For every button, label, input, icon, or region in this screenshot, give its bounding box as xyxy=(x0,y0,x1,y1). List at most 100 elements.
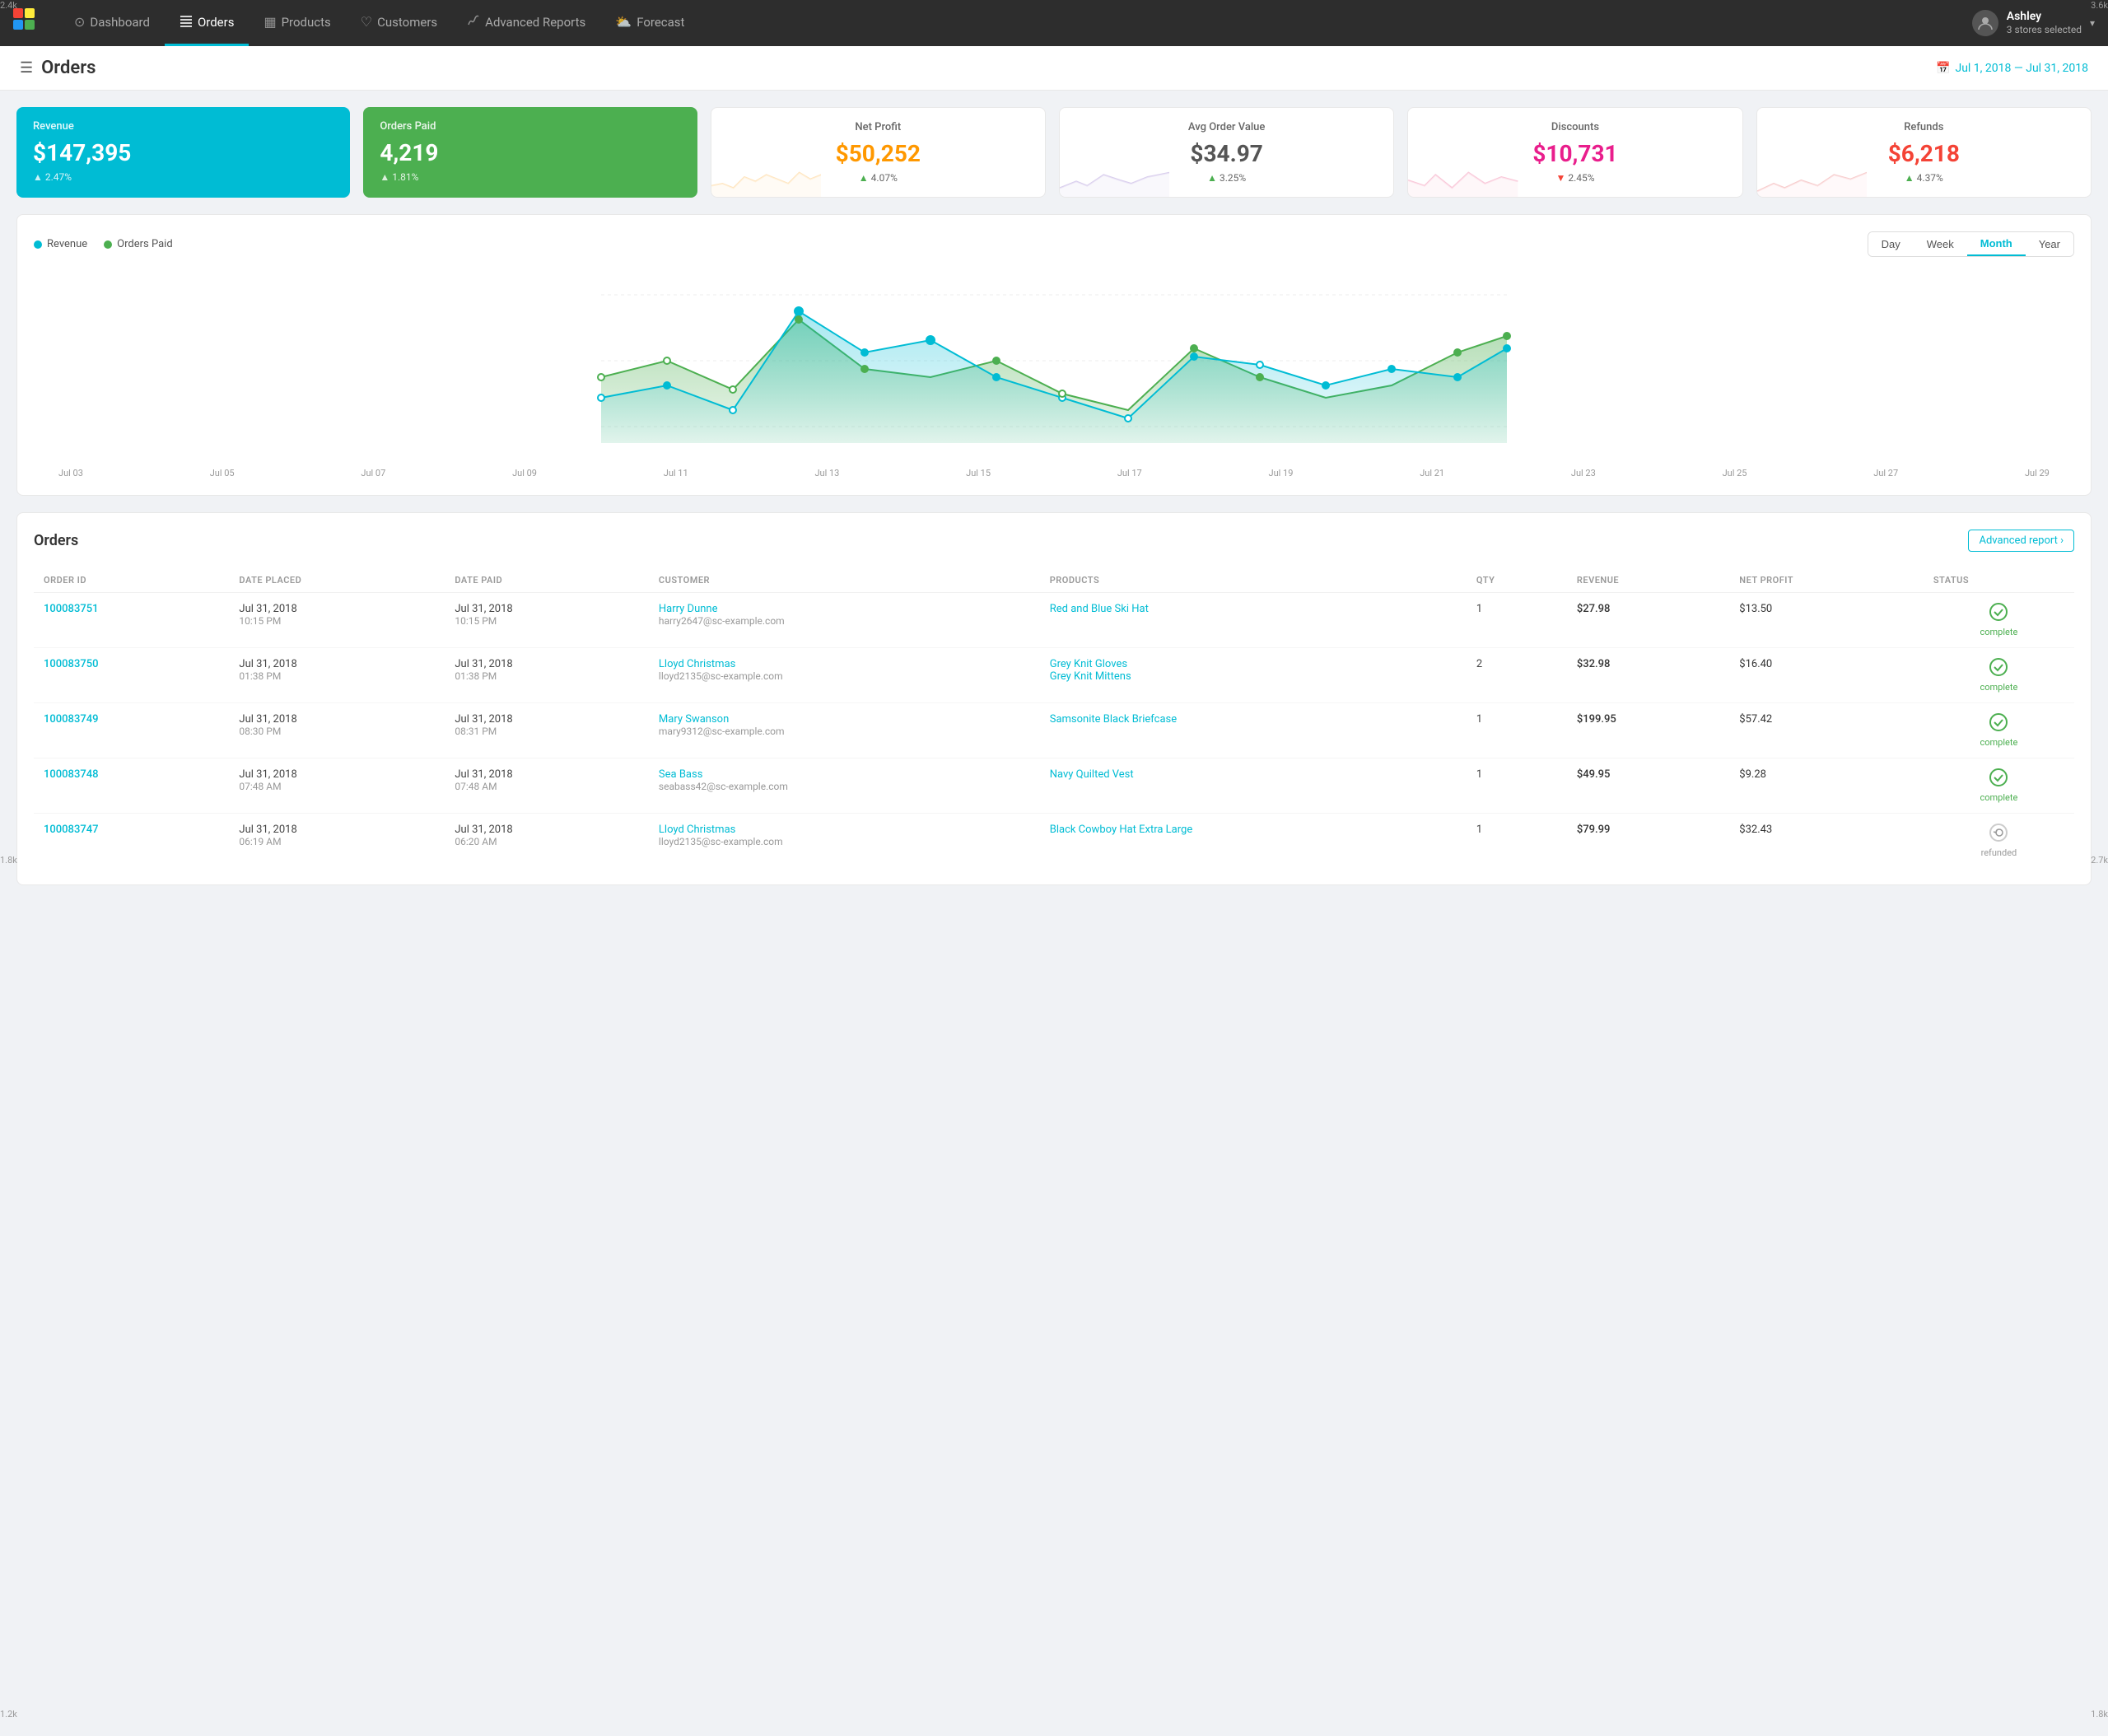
order-id-link[interactable]: 100083751 xyxy=(44,603,99,615)
page-title-wrap: ☰ Orders xyxy=(20,58,96,78)
col-status: STATUS xyxy=(1924,568,2074,593)
chart-x-labels: Jul 03 Jul 05 Jul 07 Jul 09 Jul 11 Jul 1… xyxy=(34,468,2074,478)
cell-customer: Harry Dunneharry2647@sc-example.com xyxy=(649,593,1040,648)
col-qty: QTY xyxy=(1467,568,1567,593)
product-link[interactable]: Black Cowboy Hat Extra Large xyxy=(1050,824,1457,836)
cell-customer: Sea Bassseabass42@sc-example.com xyxy=(649,758,1040,814)
page-header: ☰ Orders 📅 Jul 1, 2018 — Jul 31, 2018 xyxy=(0,46,2108,91)
user-name: Ashley xyxy=(2007,9,2082,24)
chart-section: Revenue Orders Paid Day Week Month Year … xyxy=(16,214,2092,496)
product-link[interactable]: Grey Knit Mittens xyxy=(1050,670,1457,683)
main-content: Revenue $147,395 2.47% Orders Paid 4,219… xyxy=(0,91,2108,902)
complete-icon xyxy=(1989,768,2008,791)
cell-net-profit: $57.42 xyxy=(1729,703,1924,758)
product-link[interactable]: Samsonite Black Briefcase xyxy=(1050,713,1457,726)
x-label-3: Jul 09 xyxy=(512,468,537,478)
advanced-report-link[interactable]: Advanced report › xyxy=(1968,530,2074,552)
legend-orders-paid: Orders Paid xyxy=(104,238,173,250)
tab-month[interactable]: Month xyxy=(1967,232,2026,256)
metric-label-orders-paid: Orders Paid xyxy=(380,120,680,133)
y-label-left-mid: 1.8k xyxy=(0,855,17,866)
tab-week[interactable]: Week xyxy=(1914,232,1967,256)
date-range[interactable]: 📅 Jul 1, 2018 — Jul 31, 2018 xyxy=(1936,62,2088,75)
cell-net-profit: $16.40 xyxy=(1729,648,1924,703)
cell-revenue: $32.98 xyxy=(1567,648,1729,703)
x-label-7: Jul 17 xyxy=(1117,468,1142,478)
dashboard-icon: ⊙ xyxy=(74,14,85,30)
y-label-right-bot: 1.8k xyxy=(2091,1709,2108,1720)
sidebar-item-customers[interactable]: ♡ Customers xyxy=(346,0,452,46)
col-date-paid: DATE PAID xyxy=(445,568,649,593)
cell-products: Navy Quilted Vest xyxy=(1040,758,1467,814)
nav-label-advanced-reports: Advanced Reports xyxy=(485,15,585,30)
cell-net-profit: $32.43 xyxy=(1729,814,1924,869)
product-link[interactable]: Navy Quilted Vest xyxy=(1050,768,1457,781)
cell-revenue: $49.95 xyxy=(1567,758,1729,814)
cell-order-id: 100083747 xyxy=(34,814,229,869)
chart-header: Revenue Orders Paid Day Week Month Year xyxy=(34,231,2074,257)
cell-status: complete xyxy=(1924,648,2074,703)
customer-name[interactable]: Sea Bass xyxy=(659,768,703,781)
cell-date-paid: Jul 31, 201808:31 PM xyxy=(445,703,649,758)
order-id-link[interactable]: 100083749 xyxy=(44,713,99,726)
nav-label-forecast: Forecast xyxy=(637,15,684,30)
cell-date-placed: Jul 31, 201806:19 AM xyxy=(229,814,445,869)
cell-products: Red and Blue Ski Hat xyxy=(1040,593,1467,648)
tab-year[interactable]: Year xyxy=(2026,232,2073,256)
complete-icon xyxy=(1989,658,2008,680)
tab-day[interactable]: Day xyxy=(1868,232,1914,256)
order-id-link[interactable]: 100083750 xyxy=(44,658,99,670)
col-date-placed: DATE PLACED xyxy=(229,568,445,593)
order-id-link[interactable]: 100083748 xyxy=(44,768,99,781)
metric-label-revenue: Revenue xyxy=(33,120,333,133)
x-label-1: Jul 05 xyxy=(210,468,235,478)
sidebar-item-dashboard[interactable]: ⊙ Dashboard xyxy=(59,0,165,46)
metric-card-revenue: Revenue $147,395 2.47% xyxy=(16,107,350,198)
metrics-row: Revenue $147,395 2.47% Orders Paid 4,219… xyxy=(16,107,2092,198)
metric-card-avg-order: Avg Order Value $34.97 3.25% xyxy=(1059,107,1394,198)
user-menu[interactable]: Ashley 3 stores selected ▾ xyxy=(1972,9,2095,37)
orders-table-body: 100083751 Jul 31, 201810:15 PM Jul 31, 2… xyxy=(34,593,2074,869)
x-label-6: Jul 15 xyxy=(966,468,991,478)
customer-name[interactable]: Lloyd Christmas xyxy=(659,658,735,670)
x-label-8: Jul 19 xyxy=(1269,468,1294,478)
cell-order-id: 100083750 xyxy=(34,648,229,703)
cell-net-profit: $13.50 xyxy=(1729,593,1924,648)
cell-date-placed: Jul 31, 201808:30 PM xyxy=(229,703,445,758)
order-id-link[interactable]: 100083747 xyxy=(44,824,99,836)
cell-order-id: 100083749 xyxy=(34,703,229,758)
customer-name[interactable]: Harry Dunne xyxy=(659,603,718,615)
cell-products: Samsonite Black Briefcase xyxy=(1040,703,1467,758)
customer-name[interactable]: Lloyd Christmas xyxy=(659,824,735,836)
date-range-value: Jul 1, 2018 — Jul 31, 2018 xyxy=(1955,62,2088,75)
x-label-10: Jul 23 xyxy=(1571,468,1596,478)
customer-name[interactable]: Mary Swanson xyxy=(659,713,729,726)
sparkline-discounts xyxy=(1408,164,1518,197)
cell-status: refunded xyxy=(1924,814,2074,869)
revenue-area xyxy=(601,311,1507,443)
logo[interactable] xyxy=(13,8,43,38)
legend-label-revenue: Revenue xyxy=(47,238,87,250)
cell-date-paid: Jul 31, 201801:38 PM xyxy=(445,648,649,703)
sparkline-net-profit xyxy=(711,164,821,197)
x-label-5: Jul 13 xyxy=(814,468,839,478)
sidebar-item-advanced-reports[interactable]: Advanced Reports xyxy=(452,0,600,46)
product-link[interactable]: Red and Blue Ski Hat xyxy=(1050,603,1457,615)
cell-customer: Lloyd Christmaslloyd2135@sc-example.com xyxy=(649,814,1040,869)
product-link[interactable]: Grey Knit Gloves xyxy=(1050,658,1457,670)
sidebar-item-orders[interactable]: Orders xyxy=(165,0,250,46)
products-icon: ▦ xyxy=(264,14,276,30)
x-label-13: Jul 29 xyxy=(2025,468,2050,478)
metric-label-discounts: Discounts xyxy=(1425,121,1725,133)
metric-card-discounts: Discounts $10,731 ▼ 2.45% xyxy=(1407,107,1742,198)
cell-order-id: 100083748 xyxy=(34,758,229,814)
x-label-4: Jul 11 xyxy=(664,468,688,478)
chart-y-axis-right: 3.6k 2.7k 1.8k xyxy=(2091,0,2108,1736)
cell-customer: Lloyd Christmaslloyd2135@sc-example.com xyxy=(649,648,1040,703)
sparkline-avg-order xyxy=(1060,164,1169,197)
sidebar-item-forecast[interactable]: ⛅ Forecast xyxy=(600,0,699,46)
sidebar-item-products[interactable]: ▦ Products xyxy=(249,0,345,46)
cell-products: Black Cowboy Hat Extra Large xyxy=(1040,814,1467,869)
cell-date-placed: Jul 31, 201810:15 PM xyxy=(229,593,445,648)
x-label-0: Jul 03 xyxy=(58,468,83,478)
